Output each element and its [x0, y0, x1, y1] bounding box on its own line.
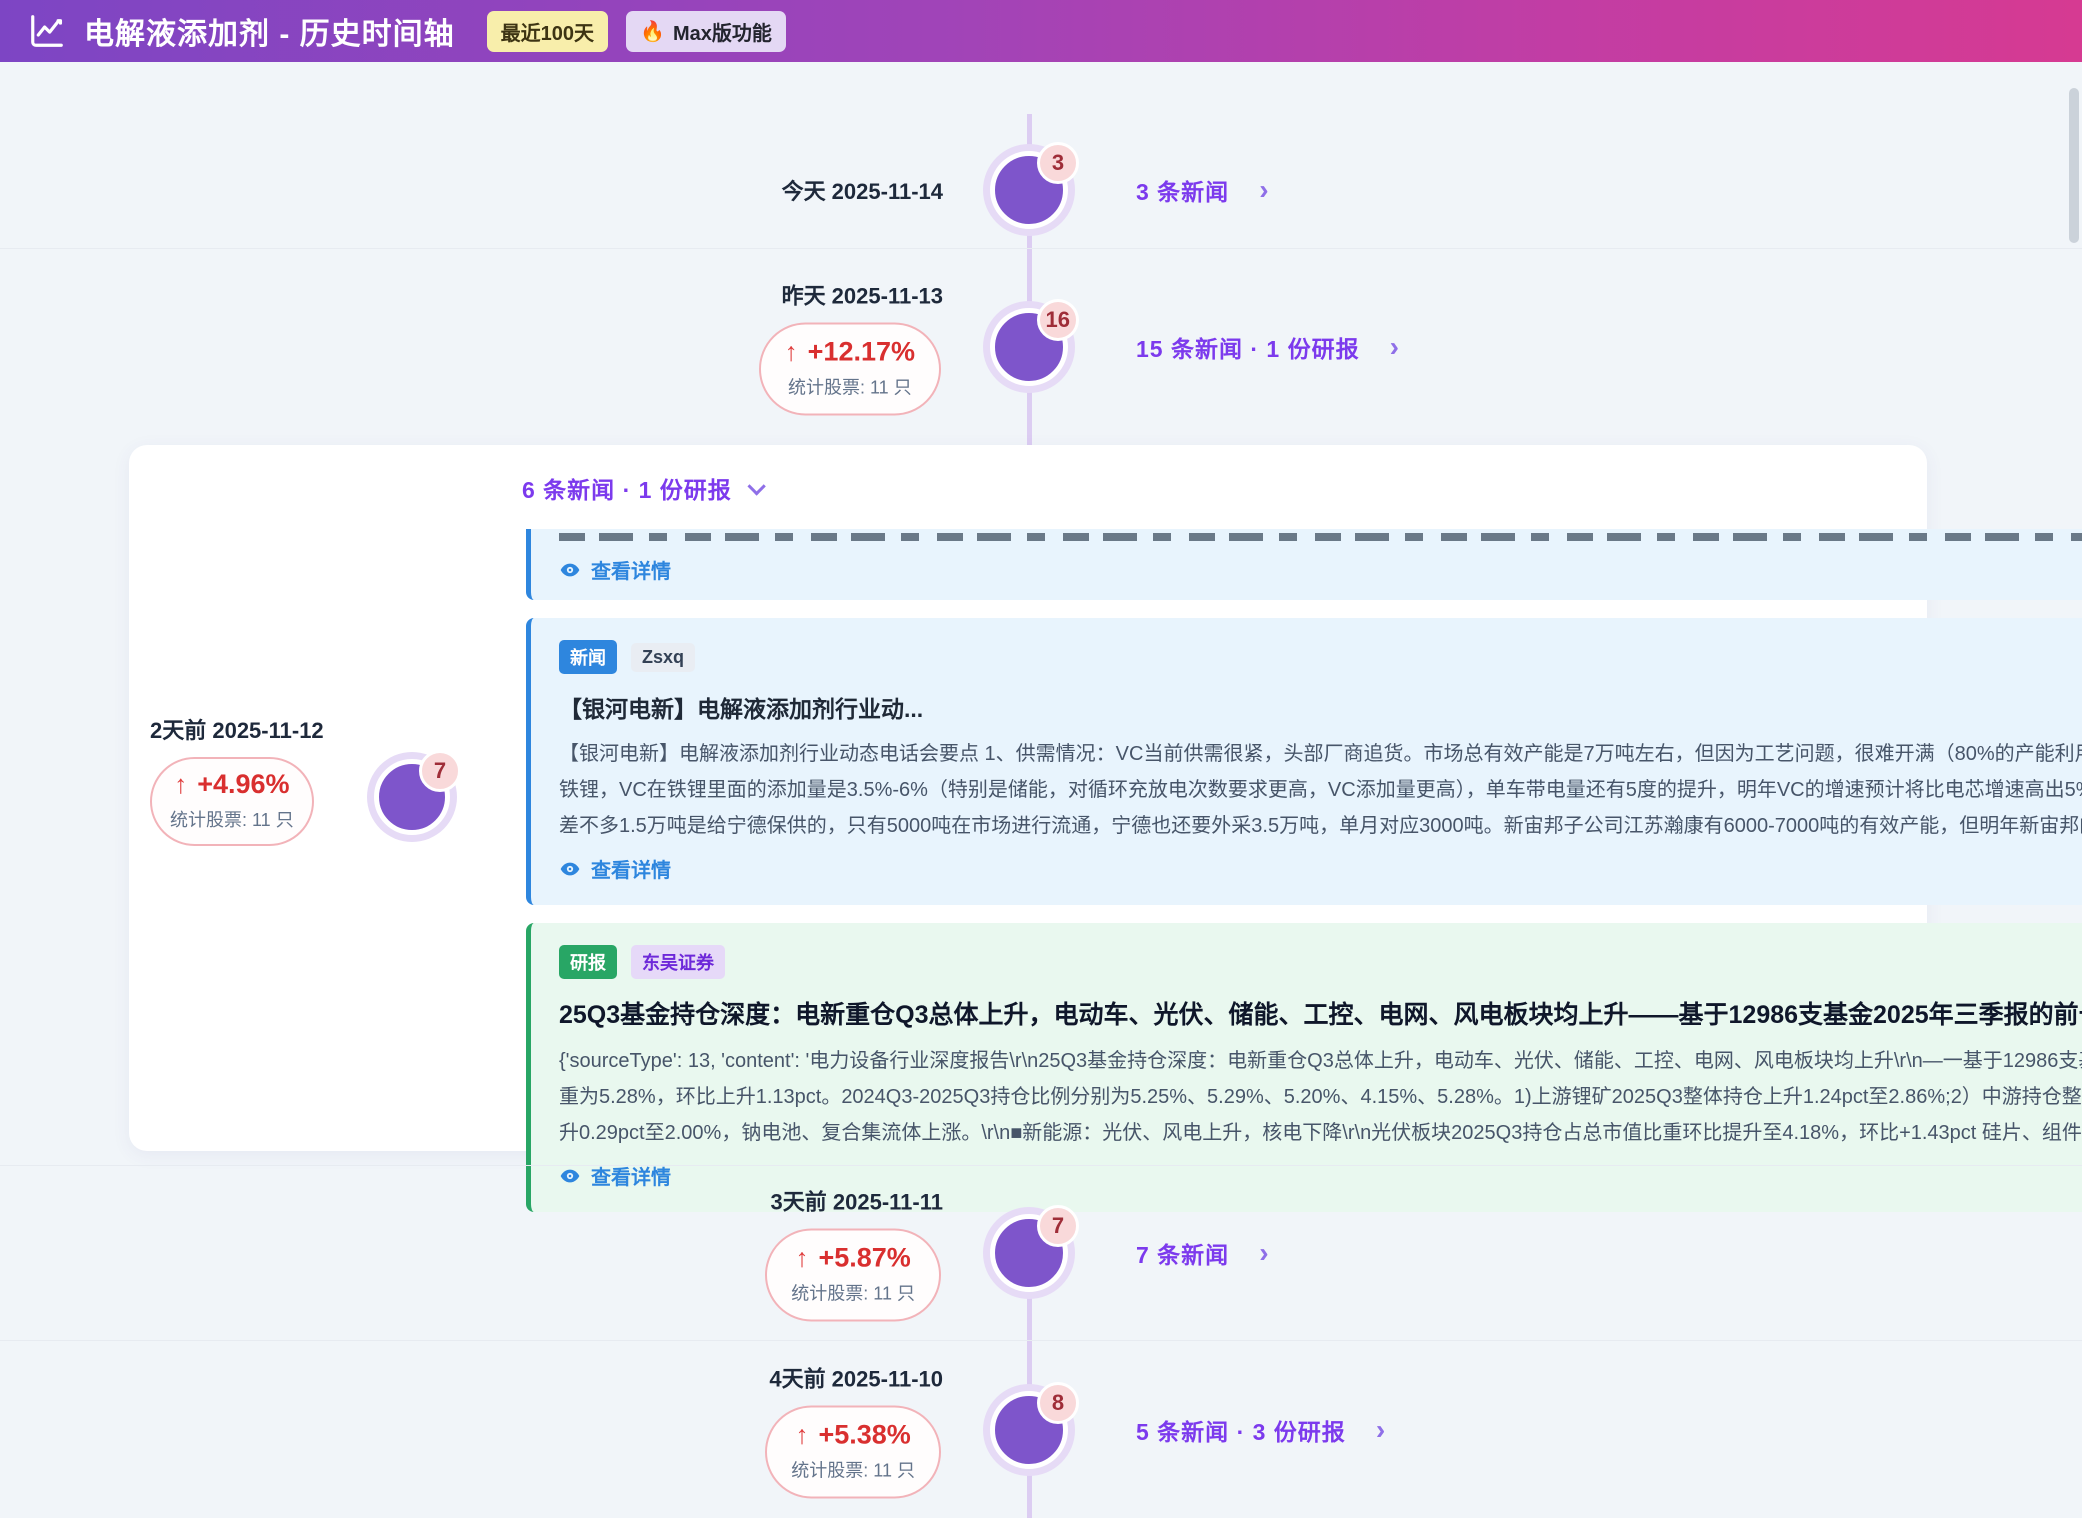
chevron-down-icon: [747, 477, 765, 495]
day-summary-link[interactable]: 5 条新闻 · 3 份研报 ›: [1136, 1413, 1385, 1447]
clipped-text-remnant: [559, 533, 2082, 541]
report-title: 25Q3基金持仓深度：电新重仓Q3总体上升，电动车、光伏、储能、工控、电网、风电…: [559, 995, 2082, 1031]
news-card[interactable]: 新闻 Zsxq 【银河电新】电解液添加剂行业动... 【银河电新】电解液添加剂行…: [526, 618, 2082, 905]
change-value: +5.38%: [818, 1419, 910, 1450]
change-value: +12.17%: [808, 337, 915, 368]
date-label: 今天 2025-11-14: [782, 174, 943, 206]
report-type-badge: 研报: [559, 945, 617, 979]
count-badge: 16: [1037, 299, 1079, 341]
date-label: 2天前 2025-11-12: [150, 713, 324, 745]
date-label: 4天前 2025-11-10: [769, 1361, 943, 1393]
news-body: 【银河电新】电解液添加剂行业动态电话会要点 1、供需情况：VC当前供需很紧，头部…: [559, 736, 2082, 844]
count-badge: 8: [1037, 1382, 1079, 1424]
timeline-node[interactable]: 8: [990, 1391, 1068, 1469]
change-pill: ↑ +5.38% 统计股票: 11 只: [765, 1405, 941, 1498]
report-body: {'sourceType': 13, 'content': '电力设备行业深度报…: [559, 1043, 2082, 1151]
timeline-row-today: 今天 2025-11-14 3 3 条新闻 ›: [0, 62, 2082, 248]
news-card-list: 查看详情 新闻 Zsxq 【银河电新】电解液添加剂行业动... 【银河电新】电解…: [526, 529, 2082, 1212]
eye-icon: [559, 559, 581, 581]
timeline-node[interactable]: 16: [990, 308, 1068, 386]
day-summary-link[interactable]: 7 条新闻 ›: [1136, 1236, 1269, 1270]
chevron-right-icon: ›: [1259, 1239, 1268, 1267]
fire-icon: 🔥: [640, 19, 665, 44]
up-arrow-icon: ↑: [174, 769, 187, 800]
header-bar: 电解液添加剂 - 历史时间轴 最近100天 🔥 Max版功能: [0, 0, 2082, 62]
change-pill: ↑ +12.17% 统计股票: 11 只: [759, 323, 941, 416]
news-type-badge: 新闻: [559, 640, 617, 674]
timeline-node[interactable]: 3: [990, 151, 1068, 229]
stocks-count: 统计股票: 11 只: [785, 376, 915, 400]
page-title: 电解液添加剂 - 历史时间轴: [84, 9, 455, 53]
timeline-row-yesterday: 昨天 2025-11-13 ↑ +12.17% 统计股票: 11 只 16 15…: [0, 248, 2082, 445]
date-label: 昨天 2025-11-13: [782, 279, 943, 311]
timeline-row-3days: 3天前 2025-11-11 ↑ +5.87% 统计股票: 11 只 7 7 条…: [0, 1165, 2082, 1340]
chevron-right-icon: ›: [1259, 176, 1268, 204]
day-summary-link[interactable]: 15 条新闻 · 1 份研报 ›: [1136, 330, 1399, 364]
eye-icon: [559, 858, 581, 880]
timeline-row-expanded: 2天前 2025-11-12 ↑ +4.96% 统计股票: 11 只 7 6 条…: [0, 445, 2082, 1165]
expanded-summary-toggle[interactable]: 6 条新闻 · 1 份研报: [518, 471, 2082, 505]
timeline: 今天 2025-11-14 3 3 条新闻 › 昨天 2025-11-13 ↑ …: [0, 62, 2082, 1518]
count-badge: 7: [419, 750, 461, 792]
count-badge: 3: [1037, 142, 1079, 184]
report-source-badge: 东吴证券: [631, 945, 725, 979]
timeline-node[interactable]: 7: [374, 759, 450, 835]
up-arrow-icon: ↑: [795, 1243, 808, 1274]
view-details-link[interactable]: 查看详情: [559, 555, 2082, 584]
change-pill: ↑ +4.96% 统计股票: 11 只: [150, 757, 314, 846]
news-title: 【银河电新】电解液添加剂行业动...: [559, 690, 2082, 724]
view-details-link[interactable]: 查看详情: [559, 854, 2082, 883]
line-chart-icon: [28, 12, 66, 50]
count-badge: 7: [1037, 1205, 1079, 1247]
chevron-right-icon: ›: [1390, 333, 1399, 361]
change-value: +4.96%: [197, 769, 289, 800]
date-range-badge: 最近100天: [487, 11, 608, 52]
news-card-partial[interactable]: 查看详情: [526, 529, 2082, 600]
max-feature-badge: 🔥 Max版功能: [626, 11, 786, 52]
timeline-node[interactable]: 7: [990, 1214, 1068, 1292]
chevron-right-icon: ›: [1376, 1416, 1385, 1444]
change-pill: ↑ +5.87% 统计股票: 11 只: [765, 1229, 941, 1322]
day-summary-link[interactable]: 3 条新闻 ›: [1136, 173, 1269, 207]
news-source-badge: Zsxq: [631, 643, 695, 672]
up-arrow-icon: ↑: [785, 337, 798, 368]
stocks-count: 统计股票: 11 只: [170, 808, 294, 832]
change-value: +5.87%: [818, 1243, 910, 1274]
up-arrow-icon: ↑: [795, 1419, 808, 1450]
date-label: 3天前 2025-11-11: [771, 1185, 943, 1217]
scrollbar-thumb[interactable]: [2069, 88, 2079, 243]
stocks-count: 统计股票: 11 只: [791, 1458, 915, 1482]
stocks-count: 统计股票: 11 只: [791, 1282, 915, 1306]
max-feature-label: Max版功能: [673, 17, 772, 46]
timeline-row-4days: 4天前 2025-11-10 ↑ +5.38% 统计股票: 11 只 8 5 条…: [0, 1340, 2082, 1518]
expanded-day-card: 2天前 2025-11-12 ↑ +4.96% 统计股票: 11 只 7 6 条…: [129, 445, 1927, 1151]
